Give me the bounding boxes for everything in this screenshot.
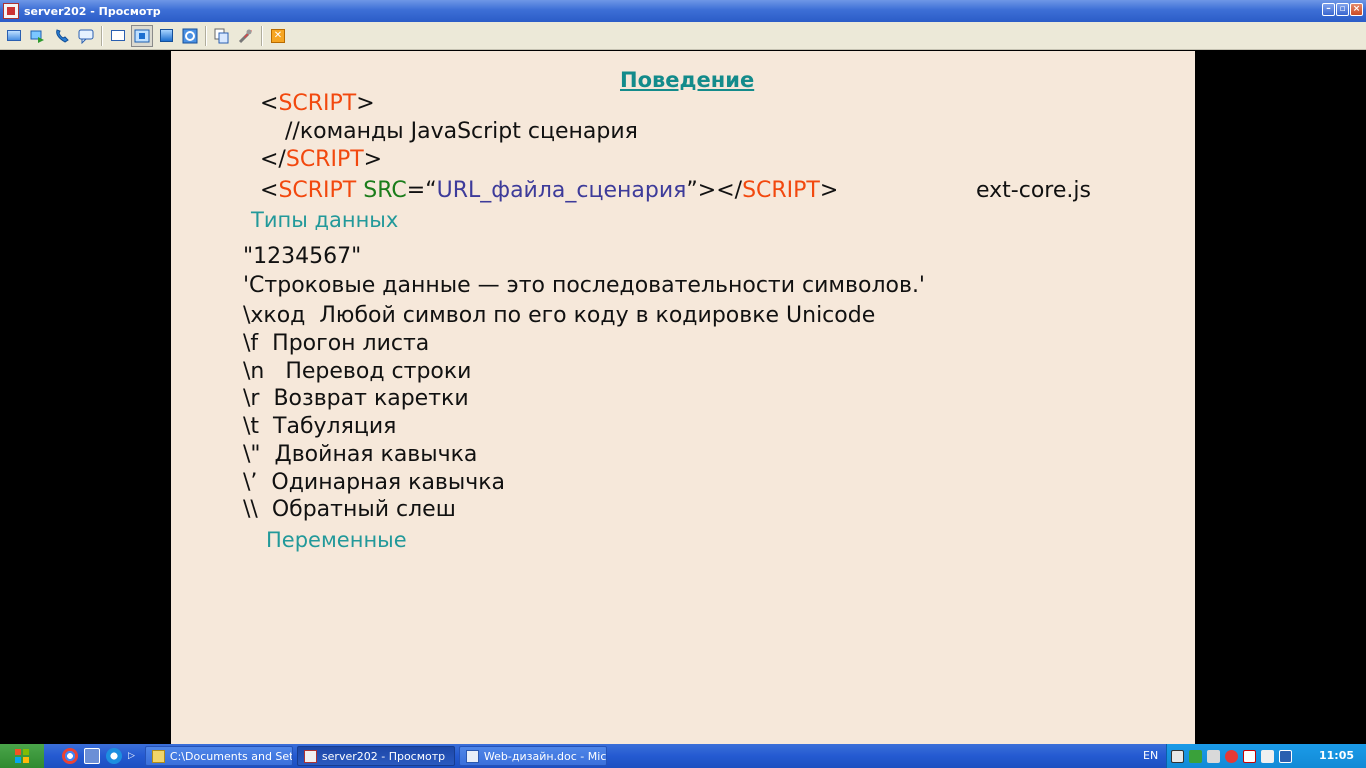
code-attr: SRC bbox=[363, 178, 407, 203]
string-description: 'Строковые данные — это последовательнос… bbox=[243, 273, 925, 298]
app-icon[interactable] bbox=[3, 3, 19, 19]
show-desktop-icon[interactable] bbox=[84, 748, 100, 764]
send-keys-icon[interactable] bbox=[27, 25, 49, 47]
viewer-toolbar: ✕ bbox=[0, 22, 1366, 50]
window-mode-icon[interactable] bbox=[107, 25, 129, 47]
escape-code: \xкод bbox=[243, 303, 306, 328]
chrome-icon[interactable] bbox=[62, 748, 78, 764]
task-label: C:\Documents and Set... bbox=[169, 749, 293, 763]
taskbar-button-explorer[interactable]: C:\Documents and Set... bbox=[144, 746, 293, 766]
quick-launch-expand-icon[interactable]: ▷ bbox=[128, 751, 135, 761]
slide-title: Поведение bbox=[620, 68, 755, 92]
volume-icon[interactable] bbox=[1207, 749, 1220, 763]
code-bracket: > bbox=[356, 91, 375, 116]
code-line-comment: //команды JavaScript сценария bbox=[285, 119, 638, 144]
escape-row: \n Перевод строки bbox=[243, 359, 471, 384]
taskbar-button-viewer[interactable]: server202 - Просмотр bbox=[296, 746, 455, 766]
number-string-example: "1234567" bbox=[243, 244, 362, 269]
code-bracket: < bbox=[260, 178, 279, 203]
escape-row: \f Прогон листа bbox=[243, 331, 429, 356]
network-icon[interactable] bbox=[1171, 749, 1184, 763]
code-url: URL_файла_сценария bbox=[436, 178, 687, 203]
clock[interactable]: 11:05 bbox=[1319, 749, 1354, 762]
code-tag: SCRIPT bbox=[278, 91, 357, 116]
antivirus-icon[interactable] bbox=[1225, 749, 1238, 763]
fit-screen-icon[interactable] bbox=[131, 24, 153, 47]
refresh-icon[interactable] bbox=[179, 25, 201, 47]
taskbar: ▷ C:\Documents and Set... server202 - Пр… bbox=[0, 744, 1366, 768]
folder-icon bbox=[151, 749, 165, 763]
escape-row: \" Двойная кавычка bbox=[243, 442, 477, 467]
code-line-script-open: <SCRIPT> bbox=[260, 91, 375, 116]
language-indicator[interactable]: EN bbox=[1143, 749, 1158, 762]
window-title: server202 - Просмотр bbox=[24, 4, 161, 18]
security-icon[interactable] bbox=[1189, 749, 1202, 763]
escape-code: \f bbox=[243, 331, 259, 356]
restore-button[interactable]: ▫ bbox=[1336, 3, 1349, 16]
code-ext-filename: ext-core.js bbox=[976, 178, 1091, 203]
window-titlebar[interactable]: server202 - Просмотр – ▫ × bbox=[0, 0, 1366, 22]
toolbar-separator bbox=[261, 25, 263, 46]
escape-desc: Двойная кавычка bbox=[274, 442, 478, 467]
fullscreen-icon[interactable] bbox=[155, 25, 177, 47]
quick-launch: ▷ bbox=[62, 748, 135, 764]
escape-row: \\ Обратный слеш bbox=[243, 497, 456, 522]
toolbar-separator bbox=[101, 25, 103, 46]
escape-row: \xкод Любой символ по его коду в кодиров… bbox=[243, 303, 875, 328]
toolbar-separator bbox=[205, 25, 207, 46]
code-bracket: > bbox=[819, 178, 839, 203]
code-bracket: > bbox=[363, 147, 383, 172]
settings-tools-icon[interactable] bbox=[235, 25, 257, 47]
escape-row: \r Возврат каретки bbox=[243, 386, 469, 411]
code-tag: SCRIPT bbox=[285, 147, 364, 172]
code-bracket: < bbox=[260, 91, 279, 116]
code-tag: SCRIPT bbox=[742, 178, 820, 203]
escape-row: \’ Одинарная кавычка bbox=[243, 470, 505, 495]
escape-code: \t bbox=[243, 414, 260, 439]
system-tray: 11:05 bbox=[1166, 744, 1366, 768]
taskbar-button-word[interactable]: Web-дизайн.doc - Mic... bbox=[458, 746, 607, 766]
tray-app-icon[interactable] bbox=[1261, 749, 1274, 763]
escape-code: \" bbox=[243, 442, 261, 467]
monitor-icon[interactable] bbox=[3, 25, 25, 47]
task-label: server202 - Просмотр bbox=[321, 749, 446, 763]
escape-desc: Обратный слеш bbox=[271, 497, 456, 522]
viewer-icon bbox=[303, 749, 317, 763]
escape-code: \\ bbox=[243, 497, 258, 522]
escape-desc: Возврат каретки bbox=[273, 386, 469, 411]
code-line-script-src: <SCRIPT SRC=“URL_файла_сценария”></SCRIP… bbox=[260, 178, 838, 203]
escape-code: \’ bbox=[243, 470, 258, 495]
minimize-button[interactable]: – bbox=[1322, 3, 1335, 16]
section-heading-variables: Переменные bbox=[266, 528, 407, 552]
escape-desc: Перевод строки bbox=[285, 359, 472, 384]
escape-row: \t Табуляция bbox=[243, 414, 396, 439]
start-button[interactable] bbox=[0, 744, 44, 768]
phone-icon[interactable] bbox=[51, 25, 73, 47]
close-button[interactable]: × bbox=[1350, 3, 1363, 16]
remote-viewer-icon[interactable] bbox=[1279, 749, 1292, 763]
escape-code: \r bbox=[243, 386, 260, 411]
code-tag: SCRIPT bbox=[278, 178, 357, 203]
copy-icon[interactable] bbox=[211, 25, 233, 47]
code-quote: ”></ bbox=[686, 178, 743, 203]
section-heading-types: Типы данных bbox=[251, 208, 399, 232]
escape-code: \n bbox=[243, 359, 265, 384]
escape-desc: Табуляция bbox=[273, 414, 397, 439]
word-doc-icon bbox=[465, 749, 479, 763]
escape-desc: Любой символ по его коду в кодировке Uni… bbox=[319, 303, 876, 328]
windows-logo-icon bbox=[15, 749, 29, 763]
task-label: Web-дизайн.doc - Mic... bbox=[483, 749, 607, 763]
code-line-script-close: </SCRIPT> bbox=[260, 147, 382, 172]
presentation-slide: Поведение <SCRIPT> //команды JavaScript … bbox=[171, 51, 1195, 744]
close-session-icon[interactable]: ✕ bbox=[267, 25, 289, 47]
code-eq: =“ bbox=[406, 178, 437, 203]
code-bracket: </ bbox=[260, 147, 286, 172]
shield-icon[interactable] bbox=[1243, 749, 1256, 763]
escape-desc: Прогон листа bbox=[272, 331, 430, 356]
chat-icon[interactable] bbox=[75, 25, 97, 47]
internet-explorer-icon[interactable] bbox=[106, 748, 122, 764]
escape-desc: Одинарная кавычка bbox=[271, 470, 506, 495]
